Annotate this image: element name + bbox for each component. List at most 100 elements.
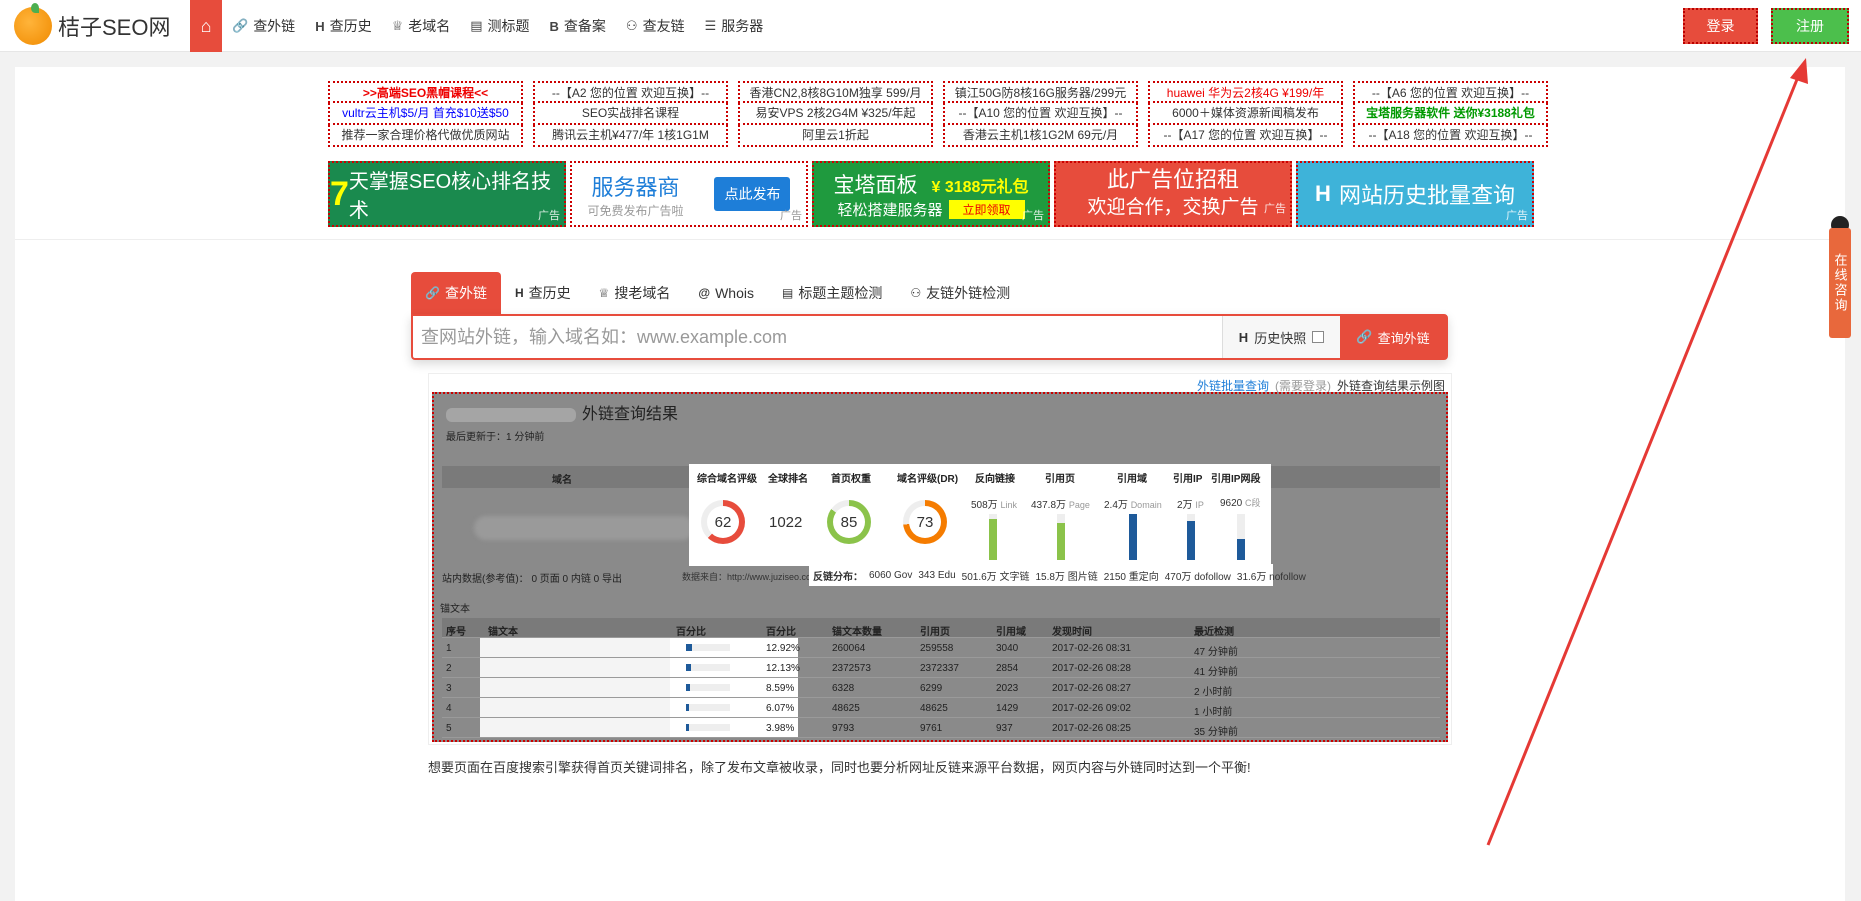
nav-item-servers[interactable]: ☰ 服务器: [695, 0, 774, 52]
list-icon: ☰: [704, 18, 717, 33]
ref-domains-value: 2.4万 Domain: [1104, 500, 1162, 511]
ad-column: >>高端SEO黑帽课程<< vultr云主机$5/月 首充$10送$50 推荐一…: [328, 81, 523, 147]
tab-old-domains[interactable]: ♕ 搜老域名: [585, 272, 685, 314]
nav-item-old-domains[interactable]: ♕ 老域名: [382, 0, 461, 52]
ad-column: 镇江50G防8核16G服务器/299元 --【A10 您的位置 欢迎互换】-- …: [943, 81, 1138, 147]
login-button[interactable]: 登录: [1683, 8, 1758, 44]
history-h-icon: H: [315, 18, 325, 34]
site-stats: 站内数据(参考值)： 0 页面 0 内链 0 导出: [442, 574, 623, 585]
banner-title: 服务器商: [591, 174, 680, 200]
banner-for-rent[interactable]: 此广告位招租 欢迎合作，交换广告 广告: [1054, 161, 1292, 227]
ad-area: >>高端SEO黑帽课程<< vultr云主机$5/月 首充$10送$50 推荐一…: [15, 67, 1845, 240]
text-ad[interactable]: --【A18 您的位置 欢迎互换】--: [1353, 125, 1548, 147]
trophy-icon: ♕: [598, 286, 610, 300]
blurred-domain: [446, 407, 576, 422]
banner-server-vendor[interactable]: 服务器商 可免费发布广告啦 点此发布 广告: [570, 161, 808, 227]
ad-tag: 广告: [538, 210, 560, 222]
text-ad[interactable]: 香港CN2,8核8G10M独享 599/月: [738, 81, 933, 103]
text-ad[interactable]: 易安VPS 2核2G4M ¥325/年起: [738, 103, 933, 125]
login-required-note: (需要登录): [1274, 379, 1331, 393]
banner-history-batch[interactable]: H 网站历史批量查询 广告: [1296, 161, 1534, 227]
text-ad[interactable]: 宝塔服务器软件 送你¥3188礼包: [1353, 103, 1548, 125]
tab-history[interactable]: H 查历史: [501, 272, 585, 314]
nav-item-backlinks[interactable]: 🔗 查外链: [222, 0, 305, 52]
metrics-panel: 综合域名评级 全球排名 首页权重 域名评级(DR) 反向链接 引用页 引用域 引…: [689, 464, 1271, 566]
text-ad[interactable]: SEO实战排名课程: [533, 103, 728, 125]
banner-baota[interactable]: 宝塔面板 ¥ 3188元礼包 轻松搭建服务器 立即领取 广告: [812, 161, 1050, 227]
banner-seo-course[interactable]: 7 天掌握SEO核心排名技术 广告: [328, 161, 566, 227]
history-snapshot-checkbox[interactable]: [1312, 331, 1325, 343]
publish-button[interactable]: 点此发布: [714, 177, 791, 211]
header-ref-subnets: 引用IP网段: [1211, 474, 1261, 485]
orange-logo-icon: [14, 3, 52, 45]
text-ad[interactable]: --【A6 您的位置 欢迎互换】--: [1353, 81, 1548, 103]
text-ad[interactable]: --【A2 您的位置 欢迎互换】--: [533, 81, 728, 103]
text-ad[interactable]: 阿里云1折起: [738, 125, 933, 147]
site-logo[interactable]: 桔子SEO网: [14, 3, 171, 45]
online-consult-button[interactable]: 在线咨询: [1829, 228, 1851, 338]
trophy-icon: ♕: [391, 18, 404, 33]
nav-item-beian[interactable]: B 查备案: [540, 0, 616, 52]
tab-backlinks[interactable]: 🔗 查外链: [411, 272, 501, 314]
search-tabs: 🔗 查外链 H 查历史 ♕ 搜老域名 @ Whois ▤ 标题主题检测 ⚇ 友链外链检测: [411, 272, 1024, 314]
nav-item-history[interactable]: H 查历史: [305, 0, 381, 52]
text-ad[interactable]: >>高端SEO黑帽课程<<: [328, 81, 523, 103]
register-button[interactable]: 注册: [1771, 8, 1849, 44]
text-ad[interactable]: 推荐一家合理价格代做优质网站: [328, 125, 523, 147]
search-input[interactable]: [421, 316, 1221, 358]
nav-item-title-test[interactable]: ▤ 测标题: [460, 0, 539, 52]
site-name: 桔子SEO网: [58, 15, 171, 40]
anchor-table: 序号 锚文本 百分比 百分比 锚文本数量 引用页 引用域 发现时间 最近检测 1…: [442, 618, 1440, 738]
main-nav: ⌂ 🔗 查外链 H 查历史 ♕ 老域名 ▤ 测标题 B 查备案 ⚇ 查友链 ☰ 服务器: [190, 0, 773, 52]
text-ad[interactable]: vultr云主机$5/月 首充$10送$50: [328, 103, 523, 125]
table-row: 2 12.13% 2372573 2372337 2854 2017-02-26 08:2…: [442, 658, 1440, 678]
history-h-icon: H: [514, 286, 524, 300]
description-text: 想要页面在百度搜索引擎获得首页关键词排名，除了发布文章被收录，同时也要分析网址反…: [428, 760, 1251, 775]
batch-query-link[interactable]: 外链批量查询: [1197, 379, 1269, 393]
home-icon[interactable]: ⌂: [190, 0, 222, 52]
ad-tag: 广告: [780, 210, 802, 222]
claim-button[interactable]: 立即领取: [948, 199, 1025, 219]
header-domain: 域名: [552, 475, 572, 486]
header-ref-ips: 引用IP: [1173, 474, 1203, 485]
search-button[interactable]: 🔗 查询外链: [1340, 316, 1446, 358]
tab-title-check[interactable]: ▤ 标题主题检测: [768, 272, 896, 314]
banner-price: ¥ 3188元礼包: [931, 178, 1029, 196]
banner-title: 宝塔面板: [833, 173, 918, 197]
banner-subtitle: 轻松搭建服务器: [837, 201, 943, 219]
history-snapshot-toggle[interactable]: H 历史快照: [1222, 316, 1340, 358]
ref-pages-bar: [1057, 514, 1065, 560]
at-icon: @: [698, 286, 711, 300]
nav-item-friend-links[interactable]: ⚇ 查友链: [616, 0, 695, 52]
text-ad[interactable]: 6000＋媒体资源新闻稿发布: [1148, 103, 1343, 125]
beian-b-icon: B: [549, 18, 559, 34]
text-ad[interactable]: 香港云主机1核1G2M 69元/月: [943, 125, 1138, 147]
search-box: H 历史快照 🔗查询外链: [411, 314, 1448, 360]
banner-title: 此广告位招租: [1106, 167, 1239, 192]
banner-text: 网站历史批量查询: [1338, 183, 1515, 208]
header-dr: 域名评级(DR): [897, 474, 959, 485]
tab-whois[interactable]: @ Whois: [684, 272, 768, 314]
text-ad[interactable]: huawei 华为云2核4G ¥199/年: [1148, 81, 1343, 103]
composite-score-ring: 62: [701, 500, 745, 544]
text-ad[interactable]: --【A10 您的位置 欢迎互换】--: [943, 103, 1138, 125]
last-updated: 最后更新于：1 分钟前: [446, 432, 545, 443]
text-ad[interactable]: 镇江50G防8核16G服务器/299元: [943, 81, 1138, 103]
header-ref-domains: 引用域: [1117, 474, 1147, 485]
ad-tag: 广告: [1264, 203, 1286, 215]
text-ad[interactable]: 腾讯云主机¥477/年 1核1G1M: [533, 125, 728, 147]
global-rank: 1022: [769, 514, 803, 531]
top-navbar: 桔子SEO网 ⌂ 🔗 查外链 H 查历史 ♕ 老域名 ▤ 测标题 B 查备案 ⚇ 查友链 ☰…: [0, 0, 1861, 52]
history-h-icon: H: [1315, 181, 1331, 206]
ref-ips-value: 2万 IP: [1177, 500, 1204, 511]
link-icon: 🔗: [425, 286, 440, 300]
table-row: 5 3.98% 9793 9761 937 2017-02-26 08:25 35 分钟前: [442, 718, 1440, 738]
banner-subtitle: 可免费发布广告啦: [587, 203, 684, 218]
ad-column: --【A6 您的位置 欢迎互换】-- 宝塔服务器软件 送你¥3188礼包 --【…: [1353, 81, 1548, 147]
text-ad[interactable]: --【A17 您的位置 欢迎互换】--: [1148, 125, 1343, 147]
ad-column: --【A2 您的位置 欢迎互换】-- SEO实战排名课程 腾讯云主机¥477/年…: [533, 81, 728, 147]
table-row: 1 12.92% 260064 259558 3040 2017-02-26 08:31 4…: [442, 638, 1440, 658]
tab-friend-link-check[interactable]: ⚇ 友链外链检测: [896, 272, 1024, 314]
link-icon: 🔗: [232, 18, 249, 33]
ref-pages-value: 437.8万 Page: [1031, 500, 1090, 511]
